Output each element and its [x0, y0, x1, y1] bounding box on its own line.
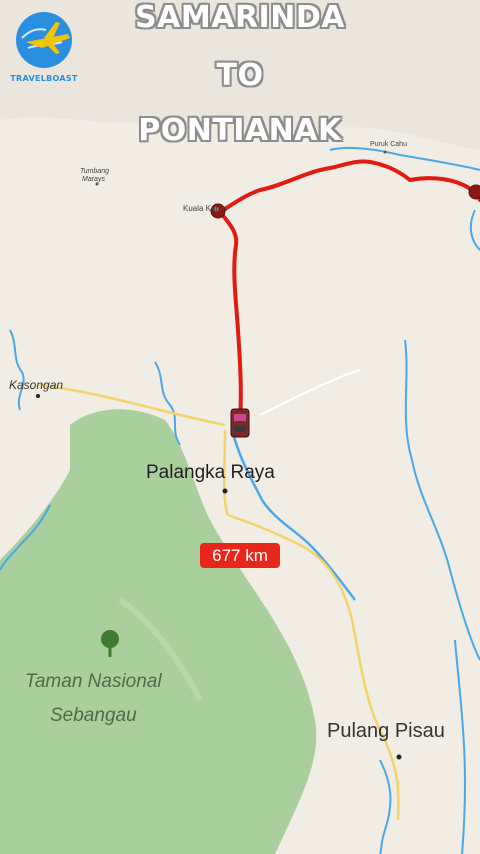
label-taman-nasional: Taman Nasional: [25, 671, 162, 692]
label-puruk-cahu: Puruk Cahu: [370, 141, 407, 148]
dot-kasongan: [36, 394, 40, 398]
dot-pulang-pisau: [396, 754, 402, 760]
label-tumbang: Tumbang: [80, 168, 110, 175]
label-palangka-raya: Palangka Raya: [146, 462, 275, 483]
dot-palangka-raya: [222, 488, 228, 494]
map-view[interactable]: SAMARINDA TO PONTIANAK TRAVELBOAST Palan…: [0, 0, 480, 854]
title-line-3: PONTIANAK: [138, 113, 342, 148]
waypoint-east: [468, 184, 480, 200]
distance-badge: 677 km: [200, 543, 280, 568]
label-kuala-kurun: Kuala Kurun: [183, 204, 228, 213]
label-kasongan: Kasongan: [9, 378, 64, 392]
logo: TRAVELBOAST: [8, 8, 80, 90]
label-marays: Marays: [82, 176, 105, 183]
label-sebangau: Sebangau: [50, 705, 137, 726]
airplane-globe-icon: [16, 12, 72, 68]
dot-puruk-cahu: [383, 150, 387, 154]
logo-text: TRAVELBOAST: [10, 74, 78, 83]
label-pulang-pisau: Pulang Pisau: [327, 720, 445, 742]
car-icon: [230, 408, 250, 438]
